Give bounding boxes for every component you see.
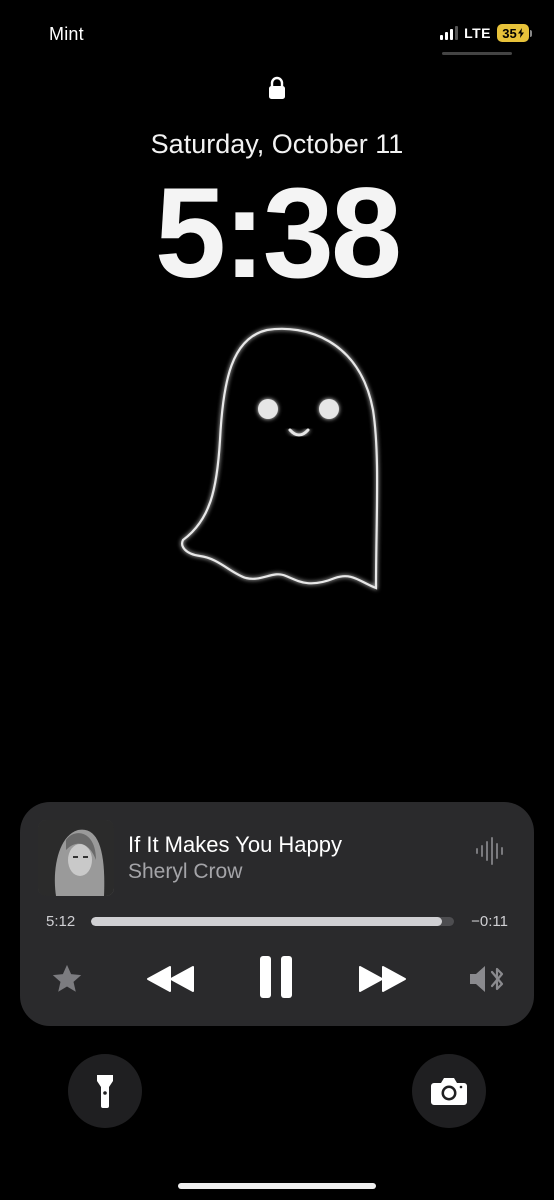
favorite-button[interactable]: [46, 958, 88, 1000]
audio-output-button[interactable]: [468, 958, 508, 1000]
flashlight-icon: [97, 1075, 113, 1108]
status-indicator-bar: [442, 52, 512, 55]
speaker-bluetooth-icon: [470, 966, 504, 992]
home-indicator[interactable]: [178, 1183, 376, 1189]
playback-progress-fill: [91, 917, 442, 926]
lock-icon: [269, 76, 285, 99]
camera-button[interactable]: [412, 1054, 486, 1128]
pause-icon: [260, 956, 292, 998]
charging-bolt-icon: [517, 28, 524, 38]
previous-track-button[interactable]: [145, 958, 197, 1000]
waveform-icon: [476, 837, 503, 865]
camera-icon: [431, 1078, 467, 1105]
lock-time: 5:38: [154, 162, 402, 305]
battery-icon: 35: [497, 24, 532, 42]
remaining-time: −0:11: [471, 913, 508, 930]
elapsed-time: 5:12: [46, 913, 76, 930]
next-track-button[interactable]: [356, 958, 408, 1000]
pause-button[interactable]: [256, 952, 296, 1002]
album-portrait-image: [38, 820, 114, 896]
ghost-wallpaper-image: [181, 327, 379, 590]
signal-strength-icon: [440, 26, 459, 40]
lock-screen: Mint LTE 35 Saturday, October 11 5:38 If…: [0, 0, 554, 1200]
carrier-name: Mint: [49, 24, 84, 44]
song-title[interactable]: If It Makes You Happy: [128, 832, 342, 858]
fast-forward-icon: [359, 966, 406, 992]
now-playing-widget[interactable]: If It Makes You Happy Sheryl Crow 5:12 −…: [20, 802, 534, 1026]
star-icon: [52, 964, 82, 992]
album-artwork[interactable]: [38, 820, 114, 896]
battery-percent: 35: [502, 25, 517, 41]
rewind-icon: [147, 966, 194, 992]
lock-date: Saturday, October 11: [150, 129, 404, 159]
flashlight-button[interactable]: [68, 1054, 142, 1128]
status-icons: LTE 35: [440, 24, 532, 42]
song-artist[interactable]: Sheryl Crow: [128, 860, 242, 884]
network-type: LTE: [464, 25, 491, 41]
playback-scrubber[interactable]: [91, 917, 454, 926]
